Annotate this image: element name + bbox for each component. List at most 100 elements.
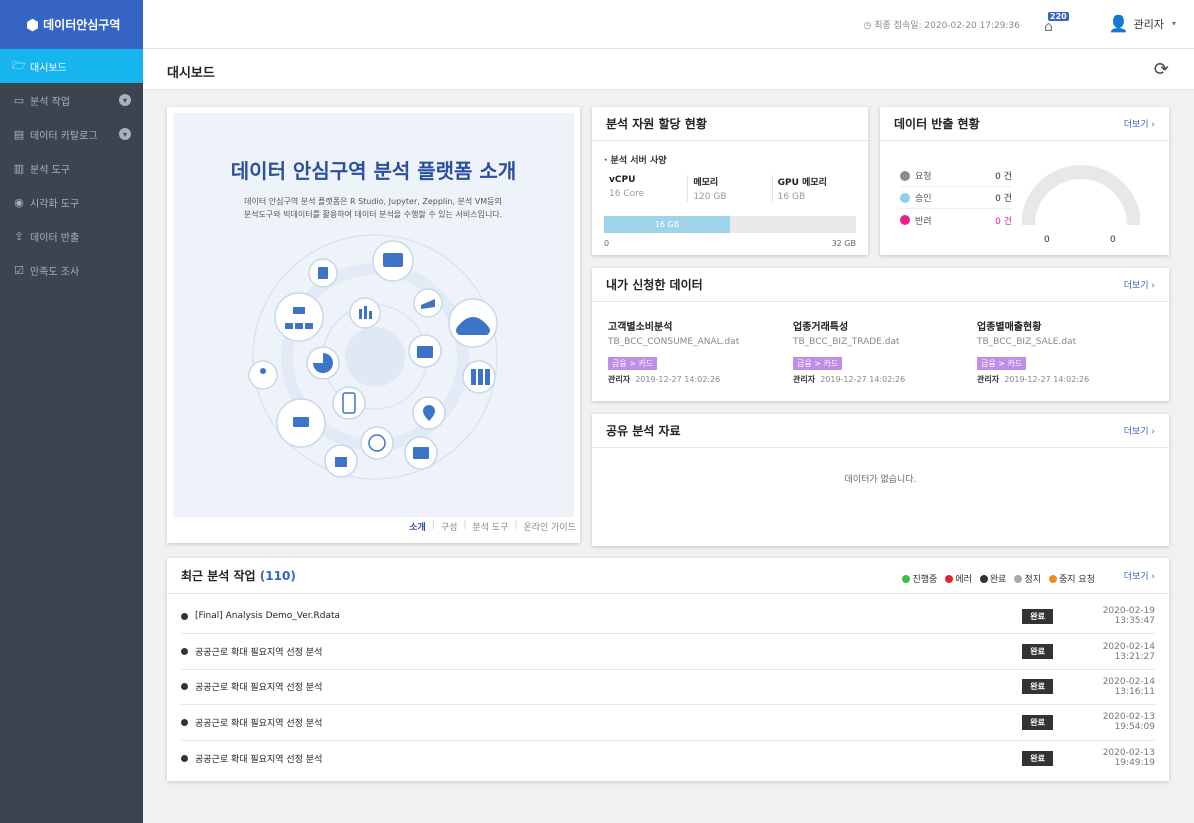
spec-value: 16 GB — [777, 192, 806, 202]
table-row[interactable]: 공공근로 확대 필요지역 선정 분석 완료 2020-02-14 13:16:1… — [181, 670, 1155, 706]
notification-button[interactable]: ⌂ 220 — [1042, 12, 1069, 35]
chevron-down-icon[interactable]: ▾ — [119, 128, 131, 140]
sidebar-item-analysis-jobs[interactable]: ▭ 분석 작업 ▾ — [0, 83, 143, 117]
checklist-icon: ☑ — [14, 263, 24, 277]
recent-title: 최근 분석 작업 — [181, 569, 256, 583]
spec-vcpu: vCPU 16 Core — [604, 175, 687, 202]
card-header: 내가 신청한 데이터 더보기 › — [592, 268, 1169, 302]
hierarchy-node-icon — [274, 292, 324, 342]
people-node-icon — [248, 360, 278, 390]
spec-memory: 메모리 120 GB — [687, 175, 771, 202]
status-label: 반려 — [915, 216, 932, 227]
tab-separator: | — [514, 520, 518, 530]
table-row[interactable]: 공공근로 확대 필요지역 선정 분석 완료 2020-02-14 13:21:2… — [181, 634, 1155, 670]
status-legend: 진행중 에러 완료 정지 중지 요청 — [902, 572, 1095, 585]
data-meta: 관리자 2019-12-27 14:02:26 — [793, 374, 973, 385]
bar-max-label: 32 GB — [831, 239, 856, 248]
data-time: 2019-12-27 14:02:26 — [820, 375, 906, 384]
data-owner: 관리자 — [608, 375, 631, 384]
table-row[interactable]: [Final] Analysis Demo_Ver.Rdata 완료 2020-… — [181, 599, 1155, 635]
tab-separator: | — [463, 520, 467, 530]
intro-panel: 데이터 안심구역 분석 플랫폼 소개 데이터 안심구역 분석 플랫폼은 R St… — [173, 113, 574, 517]
last-login: ◷ 최종 접속일: 2020-02-20 17:29:36 — [864, 18, 1020, 31]
sidebar-item-visualization-tools[interactable]: ◉ 시각화 도구 — [0, 185, 143, 219]
chevron-down-icon[interactable]: ▾ — [119, 94, 131, 106]
legend-stop-requested: 중지 요청 — [1049, 572, 1095, 585]
spec-columns: vCPU 16 Core 메모리 120 GB GPU 메모리 16 GB — [604, 175, 856, 202]
intro-tab-structure[interactable]: 구성 — [441, 520, 458, 533]
job-time: 2020-02-14 13:21:27 — [1102, 641, 1155, 662]
status-dot — [1049, 574, 1058, 583]
inbox-icon: ▭ — [13, 93, 25, 107]
folder-open-icon: 🗁 — [12, 58, 26, 72]
job-name: 공공근로 확대 필요지역 선정 분석 — [195, 648, 323, 659]
status-label: 승인 — [915, 194, 932, 204]
chart-icon: ▥ — [13, 161, 25, 175]
page-title: 대시보드 — [167, 66, 215, 81]
sidebar-item-label: 데이터 카탈로그 — [30, 130, 98, 142]
bar-min-label: 0 — [604, 239, 610, 248]
intro-card: 데이터 안심구역 분석 플랫폼 소개 데이터 안심구역 분석 플랫폼은 R St… — [167, 107, 580, 543]
data-item[interactable]: 업종별매출현황 TB_BCC_BIZ_SALE.dat 금융 > 카드 관리자 … — [977, 318, 1157, 385]
status-dot — [181, 683, 188, 691]
job-name: 공공근로 확대 필요지역 선정 분석 — [195, 718, 323, 729]
intro-tab-intro[interactable]: 소개 — [409, 520, 426, 533]
data-name: 업종별매출현황 — [977, 322, 1042, 333]
table-row[interactable]: 공공근로 확대 필요지역 선정 분석 완료 2020-02-13 19:54:0… — [181, 705, 1155, 741]
more-link[interactable]: 더보기 › — [1124, 117, 1155, 130]
more-link[interactable]: 더보기 › — [1124, 424, 1155, 437]
intro-tab-tools[interactable]: 분석 도구 — [472, 520, 508, 533]
card-title: 내가 신청한 데이터 — [606, 278, 703, 292]
sidebar-item-dashboard[interactable]: 🗁 대시보드 — [0, 49, 143, 83]
data-time: 2019-12-27 14:02:26 — [635, 375, 721, 384]
card-title: 데이터 반출 현황 — [894, 117, 980, 131]
status-badge: 완료 — [1022, 679, 1053, 695]
sidebar-item-satisfaction-survey[interactable]: ☑ 만족도 조사 — [0, 253, 143, 287]
intro-tab-guide[interactable]: 온라인 가이드 — [523, 520, 576, 533]
export-status-approved: 승인 0 건 — [900, 187, 1012, 209]
card-header: 분석 자원 할당 현황 — [592, 107, 868, 141]
sidebar-item-data-export[interactable]: ⇪ 데이터 반출 — [0, 219, 143, 253]
export-status-requested: 요청 0 건 — [900, 165, 1012, 187]
gauge-right-value: 0 — [1110, 235, 1116, 245]
sidebar-item-analysis-tools[interactable]: ▥ 분석 도구 — [0, 151, 143, 185]
logo[interactable]: ⬢ 데이터안심구역 — [0, 0, 143, 49]
card-title: 분석 자원 할당 현황 — [606, 117, 707, 131]
last-login-text: 최종 접속일: 2020-02-20 17:29:36 — [874, 21, 1020, 31]
card-header: 공유 분석 자료 더보기 › — [592, 414, 1169, 448]
memory-usage-bar: 16 GB — [604, 216, 856, 233]
globe-node-icon — [360, 426, 394, 460]
export-gauge — [1022, 165, 1140, 226]
spec-gpu-memory: GPU 메모리 16 GB — [771, 175, 856, 202]
job-time: 2020-02-13 19:54:09 — [1102, 712, 1155, 733]
legend-label: 진행중 — [912, 575, 938, 585]
gauge-left-value: 0 — [1044, 235, 1050, 245]
spec-value: 16 Core — [609, 189, 645, 199]
status-badge: 완료 — [1022, 608, 1053, 624]
sidebar-item-data-catalog[interactable]: ▤ 데이터 카탈로그 ▾ — [0, 117, 143, 151]
spec-label: GPU 메모리 — [777, 178, 827, 188]
table-row[interactable]: 공공근로 확대 필요지역 선정 분석 완료 2020-02-13 19:49:1… — [181, 741, 1155, 776]
status-dot — [900, 215, 910, 225]
chevron-down-icon: ▾ — [1171, 19, 1176, 28]
more-link[interactable]: 더보기 › — [1124, 278, 1155, 291]
user-menu[interactable]: 👤 관리자 ▾ — [1109, 14, 1176, 33]
data-meta: 관리자 2019-12-27 14:02:26 — [977, 374, 1157, 385]
refresh-icon[interactable]: ⟳ — [1154, 59, 1169, 80]
data-item[interactable]: 업종거래특성 TB_BCC_BIZ_TRADE.dat 금융 > 카드 관리자 … — [793, 318, 973, 385]
status-dot — [181, 754, 188, 762]
category-tag: 금융 > 카드 — [793, 357, 843, 370]
data-item[interactable]: 고객별소비분석 TB_BCC_CONSUME_ANAL.dat 금융 > 카드 … — [608, 318, 788, 385]
status-badge: 완료 — [1022, 714, 1053, 730]
notification-icon: ⌂ — [1044, 19, 1053, 35]
sidebar-item-label: 분석 도구 — [30, 164, 70, 176]
title-bar: 대시보드 ⟳ — [143, 49, 1194, 90]
status-dot — [181, 718, 188, 726]
document-icon: ▤ — [13, 127, 25, 141]
spec-heading: · 분석 서버 사양 — [604, 156, 667, 166]
export-icon: ⇪ — [14, 229, 24, 243]
clock-icon: ◷ — [863, 21, 872, 31]
more-link[interactable]: 더보기 › — [1124, 569, 1155, 582]
status-dot — [181, 612, 188, 620]
export-card: 데이터 반출 현황 더보기 › 요청 0 건 승인 0 건 반려 0 건 0 0 — [880, 107, 1169, 255]
